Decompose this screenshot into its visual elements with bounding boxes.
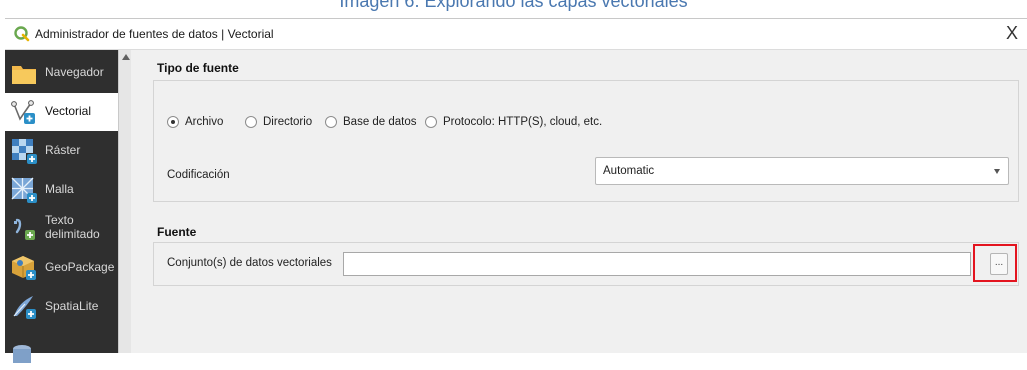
sidebar-item-partial[interactable] — [5, 336, 118, 363]
vector-layer-icon — [11, 100, 35, 124]
radio-directorio[interactable]: Directorio — [245, 116, 312, 128]
browse-button-highlight — [973, 244, 1017, 282]
sidebar-item-texto-delimitado[interactable]: Texto delimitado — [5, 210, 118, 248]
qgis-logo-icon — [14, 26, 30, 42]
sidebar-item-label: Ráster — [45, 143, 81, 157]
sidebar-item-raster[interactable]: Ráster — [5, 132, 118, 170]
sidebar-item-label: SpatiaLite — [45, 299, 99, 313]
scroll-up-icon[interactable] — [122, 54, 130, 60]
window-title: Administrador de fuentes de datos | Vect… — [35, 27, 274, 41]
spatialite-icon — [13, 296, 36, 319]
radio-archivo[interactable]: Archivo — [167, 116, 223, 128]
sidebar-scrollbar[interactable] — [118, 50, 132, 353]
radio-protocolo[interactable]: Protocolo: HTTP(S), cloud, etc. — [425, 116, 602, 128]
dataset-label: Conjunto(s) de datos vectoriales — [167, 257, 332, 269]
chevron-down-icon — [994, 169, 1000, 174]
radio-selected-icon — [167, 116, 179, 128]
title-bar: Administrador de fuentes de datos | Vect… — [5, 19, 1027, 50]
sidebar-item-malla[interactable]: Malla — [5, 171, 118, 209]
source-heading: Fuente — [157, 225, 197, 239]
encoding-select[interactable]: Automatic — [595, 157, 1009, 185]
dataset-path-input[interactable] — [343, 252, 971, 276]
radio-unselected-icon — [245, 116, 257, 128]
sidebar-item-label-line2: delimitado — [45, 227, 100, 241]
folder-icon — [12, 66, 36, 84]
sidebar-item-geopackage[interactable]: GeoPackage — [5, 249, 118, 287]
source-group: Conjunto(s) de datos vectoriales ... — [153, 242, 1019, 286]
radio-unselected-icon — [425, 116, 437, 128]
sidebar-item-spatialite[interactable]: SpatiaLite — [5, 288, 118, 326]
radio-label: Directorio — [263, 116, 313, 128]
main-panel: Tipo de fuente Archivo Directorio Base d… — [131, 50, 1027, 353]
geopackage-icon — [12, 256, 36, 280]
raster-layer-icon — [12, 139, 37, 164]
figure-caption: Imagen 6. Explorando las capas vectorial… — [339, 0, 688, 11]
radio-label: Protocolo: HTTP(S), cloud, etc. — [443, 116, 603, 128]
sidebar-item-label: GeoPackage — [45, 260, 115, 274]
sidebar-item-label: Texto delimitado — [45, 213, 100, 241]
sidebar-item-label: Navegador — [45, 65, 104, 79]
radio-label: Archivo — [185, 116, 224, 128]
radio-base-de-datos[interactable]: Base de datos — [325, 116, 417, 128]
sidebar-item-vectorial[interactable]: Vectorial — [5, 93, 118, 131]
close-button[interactable]: X — [1001, 22, 1023, 44]
encoding-value: Automatic — [603, 165, 655, 177]
mesh-layer-icon — [11, 177, 37, 203]
database-icon — [13, 345, 31, 363]
source-sidebar: Navegador Vectorial Ráster Malla Texto d… — [5, 50, 132, 363]
source-type-heading: Tipo de fuente — [157, 61, 239, 75]
radio-label: Base de datos — [343, 116, 417, 128]
source-type-group: Archivo Directorio Base de datos Protoco… — [153, 80, 1019, 202]
encoding-label: Codificación — [167, 169, 230, 181]
data-source-manager-window: Administrador de fuentes de datos | Vect… — [5, 18, 1027, 363]
delimited-text-icon — [14, 218, 35, 240]
sidebar-item-navegador[interactable]: Navegador — [5, 54, 118, 92]
radio-unselected-icon — [325, 116, 337, 128]
sidebar-item-label: Vectorial — [45, 104, 92, 118]
sidebar-item-label-line1: Texto — [45, 213, 74, 227]
sidebar-item-label: Malla — [45, 182, 74, 196]
